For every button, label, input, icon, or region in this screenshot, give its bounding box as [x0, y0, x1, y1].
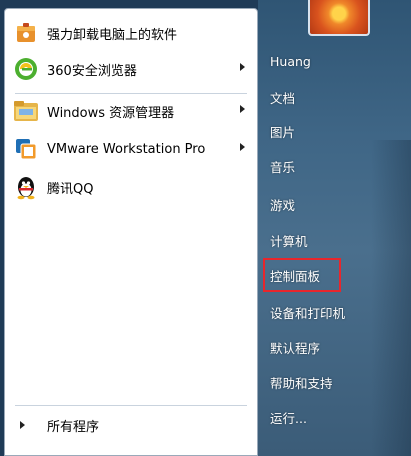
- place-label: 计算机: [270, 233, 308, 249]
- all-programs-button[interactable]: 所有程序: [4, 408, 258, 442]
- place-label: 文档: [270, 90, 296, 106]
- places-panel: Huang 文档 图片 音乐 游戏 计算机 控制面板 设备和打印机 默认程序 帮…: [258, 0, 411, 456]
- program-label: 360安全浏览器: [47, 63, 137, 79]
- expand-arrow-icon: [20, 421, 25, 429]
- place-music[interactable]: 音乐: [270, 153, 295, 179]
- submenu-arrow-icon: [240, 63, 245, 71]
- place-label: 设备和打印机: [270, 305, 346, 321]
- place-label: 默认程序: [270, 340, 321, 356]
- place-user[interactable]: Huang: [270, 48, 311, 74]
- place-games[interactable]: 游戏: [270, 191, 295, 217]
- place-computer[interactable]: 计算机: [270, 227, 308, 253]
- submenu-arrow-icon: [240, 143, 245, 151]
- uninstall-box-icon: [13, 20, 39, 46]
- place-documents[interactable]: 文档: [270, 84, 295, 110]
- program-label: 腾讯QQ: [47, 181, 94, 197]
- place-devices-printers[interactable]: 设备和打印机: [270, 299, 345, 325]
- place-label: 帮助和支持: [270, 375, 333, 391]
- program-item-qq[interactable]: 腾讯QQ: [11, 169, 251, 205]
- program-item-windows-explorer[interactable]: Windows 资源管理器: [11, 93, 251, 129]
- qq-penguin-icon: [13, 174, 39, 200]
- place-label: 音乐: [270, 159, 296, 175]
- place-pictures[interactable]: 图片: [270, 118, 295, 144]
- place-run[interactable]: 运行...: [270, 404, 307, 430]
- highlight-box: [263, 258, 341, 292]
- all-programs-label: 所有程序: [47, 419, 100, 435]
- vmware-icon: [13, 136, 39, 162]
- place-label: 运行...: [270, 410, 307, 426]
- place-help-support[interactable]: 帮助和支持: [270, 369, 333, 395]
- folder-explorer-icon: [13, 98, 39, 124]
- programs-panel: 强力卸载电脑上的软件 360安全浏览器 Windows 资源管理器 VMware…: [4, 8, 258, 456]
- start-menu: 强力卸载电脑上的软件 360安全浏览器 Windows 资源管理器 VMware…: [0, 0, 411, 456]
- place-label: 图片: [270, 124, 296, 140]
- divider: [15, 405, 247, 406]
- place-label: 游戏: [270, 197, 296, 213]
- program-item-vmware[interactable]: VMware Workstation Pro: [11, 131, 251, 167]
- program-label: Windows 资源管理器: [47, 105, 175, 121]
- program-item-360-browser[interactable]: 360安全浏览器: [11, 51, 251, 87]
- user-avatar[interactable]: [308, 0, 370, 36]
- place-default-programs[interactable]: 默认程序: [270, 334, 320, 360]
- place-label: Huang: [270, 53, 311, 69]
- program-item-uninstaller[interactable]: 强力卸载电脑上的软件: [11, 15, 251, 51]
- browser-360-icon: [13, 56, 39, 82]
- submenu-arrow-icon: [240, 105, 245, 113]
- program-label: 强力卸载电脑上的软件: [47, 27, 178, 43]
- program-label: VMware Workstation Pro: [47, 141, 206, 157]
